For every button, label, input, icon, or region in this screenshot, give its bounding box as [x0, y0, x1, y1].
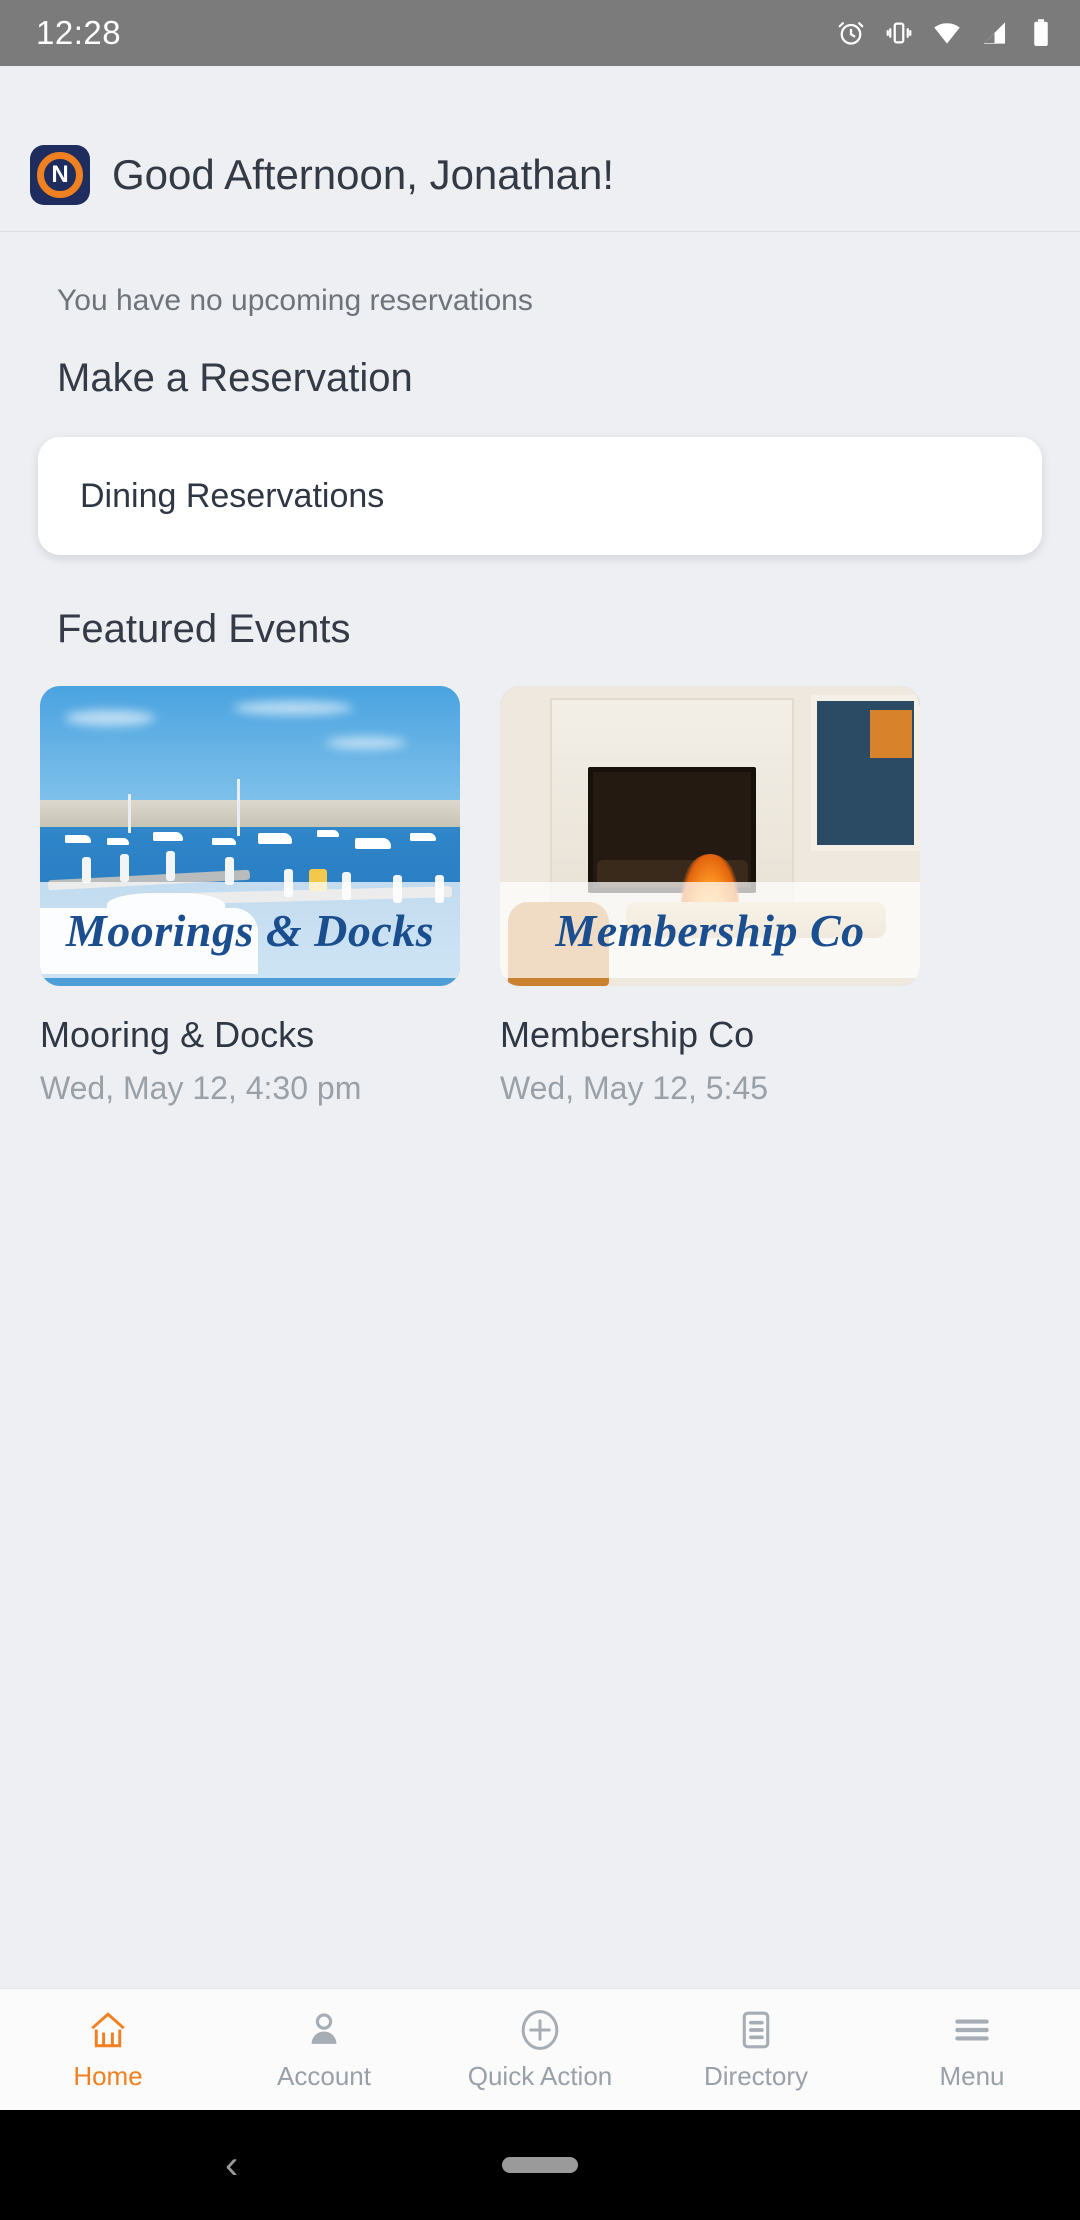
make-reservation-title: Make a Reservation [57, 356, 413, 400]
tab-label: Directory [703, 2061, 808, 2091]
event-banner-text: Membership Co [555, 904, 865, 956]
event-name: Mooring & Docks [40, 1014, 315, 1055]
tab-label: Quick Action [467, 2061, 613, 2091]
event-banner-text: Moorings & Docks [65, 904, 435, 956]
event-name: Membership Co [500, 1014, 755, 1055]
vibrate-icon [886, 22, 912, 44]
app-screen: 12:28 N Good Afternoon, Jonathan! You ha… [0, 0, 1080, 2220]
home-gesture-pill[interactable] [502, 2157, 578, 2173]
event-image-harbor: Moorings & Docks [40, 686, 460, 986]
bottom-tab-bar: Home Account Quick Action Directory Menu [0, 1988, 1080, 2110]
logo-ring: N [37, 152, 83, 198]
person-icon [302, 2007, 346, 2053]
event-date: Wed, May 12, 4:30 pm [40, 1070, 362, 1106]
tab-label: Home [73, 2061, 143, 2091]
tab-menu[interactable]: Menu [864, 2007, 1080, 2092]
featured-events-carousel[interactable]: Moorings & Docks Mooring & Docks Wed, Ma… [0, 686, 1080, 1107]
alarm-icon [838, 22, 864, 45]
logo-letter: N [51, 161, 69, 188]
wifi-icon [934, 23, 960, 44]
tab-account[interactable]: Account [216, 2007, 432, 2092]
tab-directory[interactable]: Directory [648, 2007, 864, 2092]
tab-label: Account [277, 2061, 371, 2091]
home-icon [86, 2007, 130, 2053]
event-banner: Moorings & Docks [40, 882, 460, 978]
event-banner: Membership Co [500, 882, 920, 978]
signal-icon [983, 22, 1005, 44]
app-logo-icon: N [30, 145, 90, 205]
tab-label: Menu [939, 2061, 1005, 2091]
back-button-icon[interactable]: ‹ [225, 2145, 238, 2185]
hamburger-icon [950, 2007, 994, 2053]
main-content: You have no upcoming reservations Make a… [0, 232, 1080, 1107]
featured-events-title: Featured Events [57, 607, 351, 651]
event-image-fireplace: Membership Co [500, 686, 920, 986]
brand-greeting-row: N Good Afternoon, Jonathan! [30, 145, 614, 205]
tab-home[interactable]: Home [0, 2007, 216, 2092]
plus-circle-icon [516, 2007, 564, 2053]
tab-quick-action[interactable]: Quick Action [432, 2007, 648, 2092]
dining-reservations-button[interactable]: Dining Reservations [38, 437, 1042, 555]
app-header: N Good Afternoon, Jonathan! [0, 66, 1080, 232]
status-icon-group [836, 18, 1054, 48]
greeting-text: Good Afternoon, Jonathan! [112, 151, 615, 198]
event-card[interactable]: Membership Co Membership Co Wed, May 12,… [500, 686, 920, 1107]
dining-reservations-label: Dining Reservations [80, 476, 385, 515]
status-time: 12:28 [36, 14, 122, 51]
status-bar: 12:28 [0, 0, 1080, 66]
android-navigation-bar: ‹ [0, 2110, 1080, 2220]
battery-icon [1034, 19, 1048, 46]
event-date: Wed, May 12, 5:45 [500, 1070, 768, 1106]
list-document-icon [734, 2007, 778, 2053]
event-card[interactable]: Moorings & Docks Mooring & Docks Wed, Ma… [40, 686, 460, 1107]
no-reservations-text: You have no upcoming reservations [57, 284, 533, 317]
